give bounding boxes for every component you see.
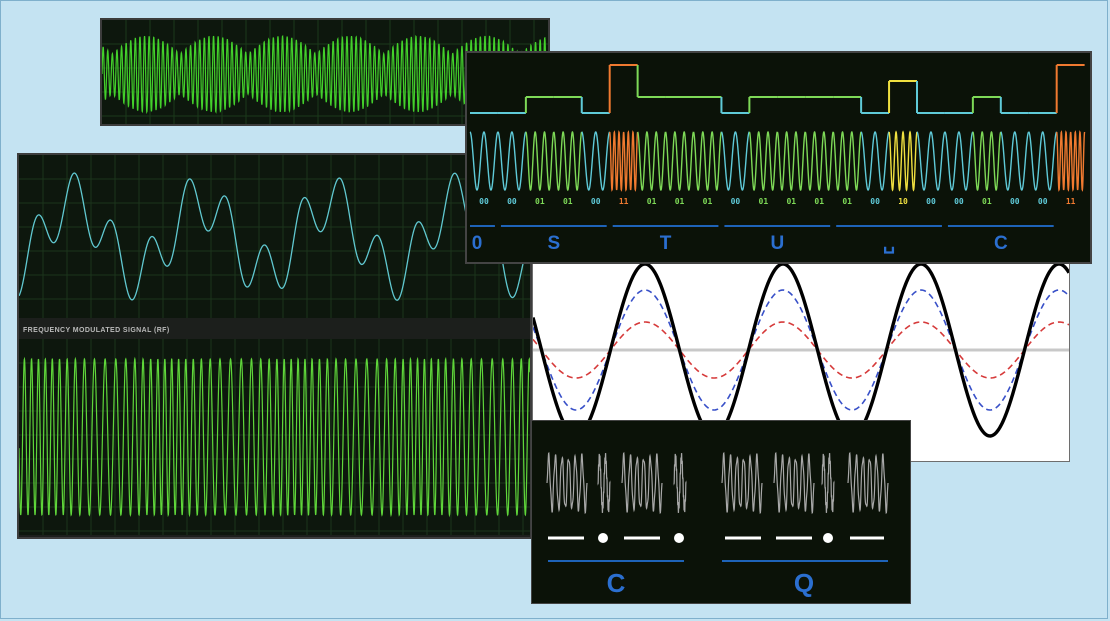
char-label: T: [660, 233, 672, 254]
fsk-carrier-segment: [553, 131, 583, 192]
fsk-encoding-panel: 00 00 01 01 00 11 01 01 01 00 01 01 01 01 00 10 00 00 01 00…: [465, 51, 1092, 264]
bit-pair-label: 11: [619, 197, 629, 206]
bit-pair-label: 00: [954, 197, 964, 206]
morse-burst: [721, 451, 763, 515]
bit-pair-label: 10: [898, 197, 908, 206]
char-label: C: [994, 233, 1008, 254]
bit-pair-label: 01: [675, 197, 685, 206]
fsk-carrier-segment: [860, 131, 890, 191]
bit-pair-label: 00: [926, 197, 936, 206]
bit-pair-label: 00: [1010, 197, 1020, 206]
bit-pair-label: 11: [1066, 197, 1076, 206]
fsk-carrier-segment: [637, 131, 667, 192]
morse-burst: [546, 451, 588, 515]
bit-pair-label: 01: [786, 197, 796, 206]
bit-pair-label: 01: [982, 197, 992, 206]
morse-burst: [597, 452, 611, 514]
morse-burst: [847, 451, 889, 515]
fsk-carrier-segment: [1028, 131, 1058, 191]
fsk-carrier-segment: [581, 131, 611, 191]
char-label: 0: [472, 233, 483, 254]
fsk-carrier-segment: [692, 131, 722, 192]
bit-pair-label: 01: [647, 197, 657, 206]
fsk-carrier-segment: [497, 131, 527, 191]
morse-letter-label: C: [607, 568, 626, 598]
fm-signal-plot: [19, 339, 530, 535]
fsk-carrier-segment: [888, 130, 918, 192]
char-label: ␣: [883, 233, 895, 254]
fsk-carrier-segment: [525, 131, 555, 192]
fm-signal-panel: FREQUENCY MODULATED SIGNAL (RF): [17, 153, 532, 539]
morse-letter-label: Q: [794, 568, 814, 598]
fm-caption: FREQUENCY MODULATED SIGNAL (RF): [23, 327, 170, 334]
morse-dot: [598, 533, 608, 543]
morse-burst: [673, 452, 687, 514]
fsk-carrier-segment: [469, 131, 499, 191]
fsk-carrier-segment: [916, 131, 946, 191]
modulating-signal-plot: [19, 155, 530, 318]
fsk-carrier-segment: [721, 131, 750, 191]
fsk-carrier-segment: [748, 131, 778, 192]
morse-burst: [821, 452, 835, 514]
bit-pair-label: 00: [479, 197, 489, 206]
bit-pair-label: 01: [563, 197, 573, 206]
bit-pair-label: 01: [759, 197, 769, 206]
morse-code-panel: CQ: [531, 420, 911, 604]
bit-pair-label: 01: [535, 197, 545, 206]
bit-pair-label: 01: [814, 197, 824, 206]
fsk-carrier-segment: [1055, 130, 1086, 192]
fsk-carrier-segment: [1000, 131, 1030, 191]
char-label: S: [547, 233, 560, 254]
bit-pair-label: 01: [703, 197, 713, 206]
morse-burst: [621, 451, 663, 515]
bit-pair-label: 00: [1038, 197, 1048, 206]
fsk-carrier-segment: [944, 131, 974, 191]
fsk-carrier-segment: [832, 131, 862, 192]
fsk-carrier-segment: [804, 131, 834, 192]
char-label: U: [770, 233, 784, 254]
fsk-encoding-plot: 00 00 01 01 00 11 01 01 01 00 01 01 01 01 00 10 00 00 01 00…: [469, 64, 1086, 254]
bit-pair-label: 00: [507, 197, 517, 206]
morse-burst: [773, 451, 815, 515]
fsk-carrier-segment: [776, 131, 806, 192]
bit-pair-label: 00: [591, 197, 601, 206]
fsk-carrier-segment: [972, 131, 1002, 192]
morse-dot: [823, 533, 833, 543]
bit-pair-label: 00: [731, 197, 741, 206]
morse-code-plot: CQ: [546, 451, 889, 598]
morse-dot: [674, 533, 684, 543]
fsk-carrier-segment: [665, 131, 695, 192]
bit-pair-label: 00: [870, 197, 880, 206]
fsk-carrier-segment: [609, 130, 639, 192]
bit-pair-label: 01: [842, 197, 852, 206]
